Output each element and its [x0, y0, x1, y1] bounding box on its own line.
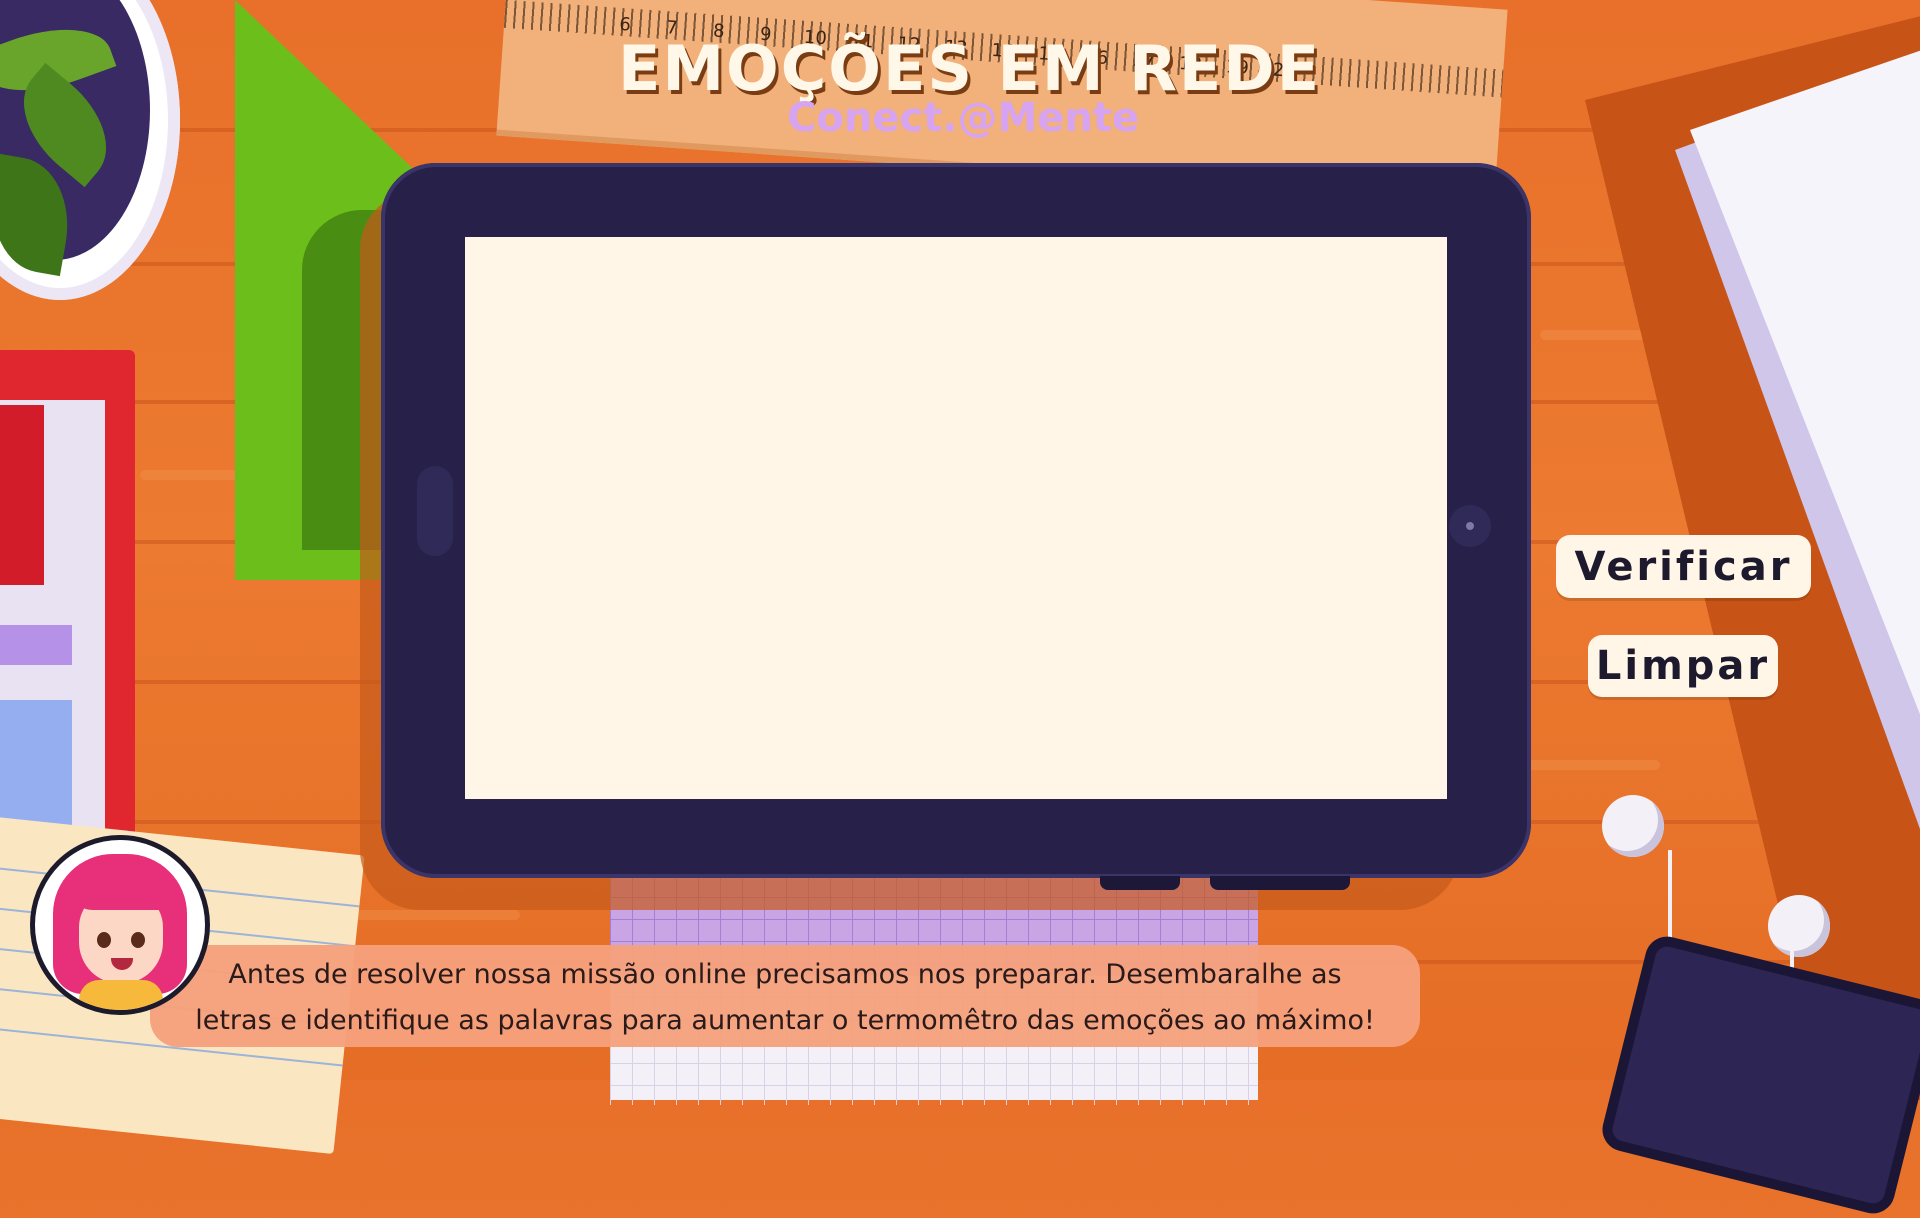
dialog-line-2: letras e identifique as palavras para au… [195, 1005, 1375, 1036]
tablet-button [1210, 876, 1350, 890]
dialog-line-1: Antes de resolver nossa missão online pr… [228, 959, 1342, 990]
camera-lens [1466, 522, 1474, 530]
game-screen[interactable] [465, 237, 1447, 799]
verify-button[interactable]: Verificar [1556, 535, 1811, 598]
clear-button[interactable]: Limpar [1588, 635, 1778, 697]
tablet-side-button [417, 466, 453, 556]
character-avatar [30, 835, 210, 1015]
tablet-button [1100, 876, 1180, 890]
dialog-text: Antes de resolver nossa missão online pr… [150, 952, 1420, 1044]
game-subtitle: Conect.@Mente [787, 95, 1140, 141]
